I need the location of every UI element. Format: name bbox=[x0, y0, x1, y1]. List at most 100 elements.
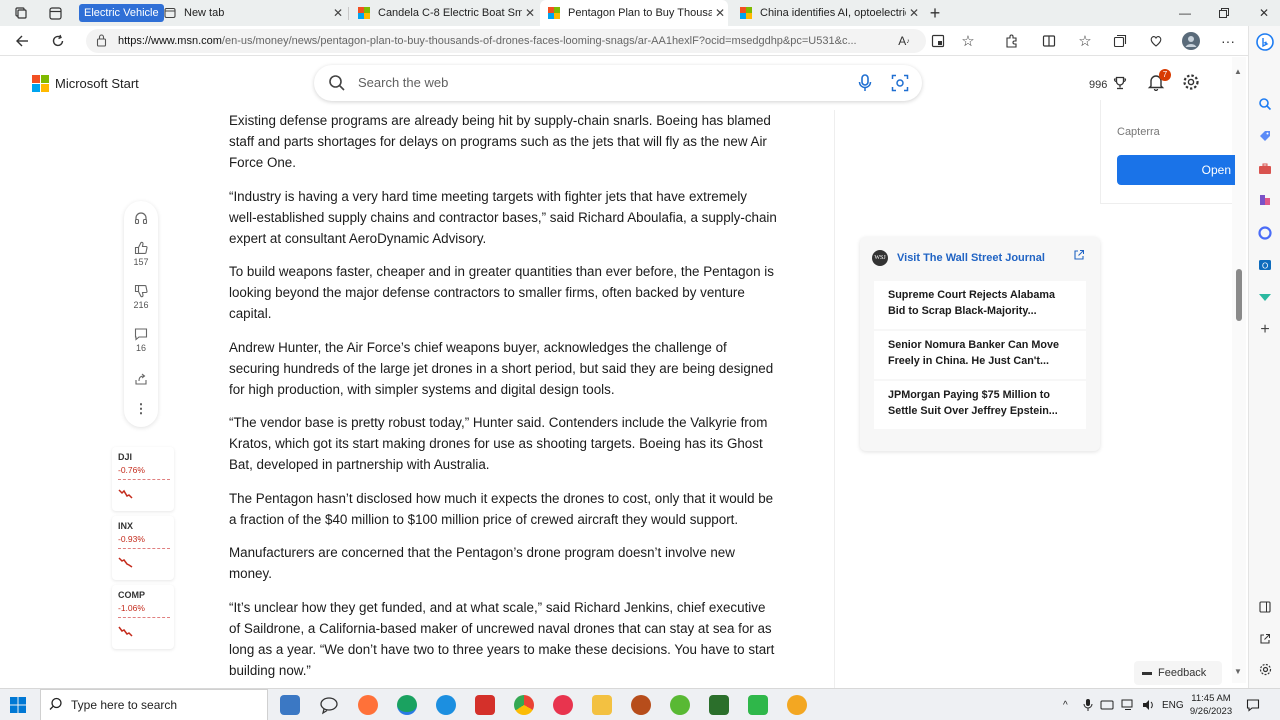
app-available-icon[interactable] bbox=[928, 31, 948, 51]
add-sidebar-app-icon[interactable]: + bbox=[1255, 320, 1275, 340]
favorite-star-icon[interactable]: ☆ bbox=[958, 31, 978, 51]
system-clock[interactable]: 11:45 AM 9/26/2023 bbox=[1186, 692, 1236, 718]
visit-publisher-link[interactable]: Visit The Wall Street Journal bbox=[897, 252, 1045, 264]
page-scrollbar[interactable]: ▲ ▼ bbox=[1232, 57, 1246, 683]
ticker-card-inx[interactable]: INX -0.93% bbox=[112, 516, 174, 580]
line-icon[interactable] bbox=[748, 695, 768, 715]
feedback-button[interactable]: ▬ Feedback bbox=[1134, 661, 1222, 685]
microphone-icon[interactable] bbox=[858, 74, 872, 97]
favorites-icon[interactable]: ☆ bbox=[1075, 31, 1095, 51]
like-button[interactable]: 157 bbox=[124, 241, 158, 267]
article-action-rail: 157 216 16 ⋮ bbox=[124, 201, 158, 427]
language-indicator[interactable]: ENG bbox=[1162, 689, 1184, 720]
screen-recorder-icon[interactable] bbox=[553, 695, 573, 715]
file-explorer-icon[interactable] bbox=[592, 695, 612, 715]
tools-briefcase-icon[interactable] bbox=[1255, 159, 1275, 179]
close-window-icon[interactable]: ✕ bbox=[1255, 4, 1273, 22]
url-field[interactable]: https://www.msn.com/en-us/money/news/pen… bbox=[86, 29, 926, 53]
scroll-down-arrow-icon[interactable]: ▼ bbox=[1234, 667, 1242, 676]
ticker-change: -1.06% bbox=[118, 603, 145, 613]
search-sidebar-icon[interactable] bbox=[1255, 94, 1275, 114]
outlook-icon[interactable]: O bbox=[1255, 255, 1275, 275]
task-view-icon[interactable] bbox=[280, 695, 300, 715]
restore-icon[interactable] bbox=[1215, 4, 1233, 22]
tab-actions-icon[interactable] bbox=[46, 4, 64, 22]
bing-chat-icon[interactable] bbox=[1255, 32, 1275, 52]
notification-center-icon[interactable] bbox=[1246, 689, 1260, 720]
tab-title: Candela C-8 Electric Boat Smash bbox=[378, 7, 522, 19]
more-options-icon[interactable]: ⋮ bbox=[124, 402, 158, 416]
app-icon[interactable] bbox=[631, 695, 651, 715]
lock-icon bbox=[96, 29, 107, 53]
network-icon[interactable] bbox=[1121, 689, 1135, 720]
edge-icon[interactable] bbox=[397, 695, 417, 715]
headline-link[interactable]: Supreme Court Rejects Alabama Bid to Scr… bbox=[874, 281, 1086, 329]
nvidia-icon[interactable] bbox=[709, 695, 729, 715]
tab-pentagon[interactable]: Pentagon Plan to Buy Thousands ✕ bbox=[540, 0, 728, 26]
volume-icon[interactable] bbox=[1142, 689, 1156, 720]
close-tab-icon[interactable]: ✕ bbox=[522, 6, 538, 20]
firefox-icon[interactable] bbox=[358, 695, 378, 715]
collections-icon[interactable] bbox=[1110, 31, 1130, 51]
drop-icon[interactable] bbox=[1255, 287, 1275, 307]
split-screen-icon[interactable] bbox=[1039, 31, 1059, 51]
microsoft-365-icon[interactable] bbox=[1255, 223, 1275, 243]
show-hidden-icons[interactable]: ^ bbox=[1063, 689, 1068, 720]
messenger-app-icon[interactable] bbox=[436, 695, 456, 715]
close-tab-icon[interactable]: ✕ bbox=[712, 6, 728, 20]
minimize-icon[interactable]: — bbox=[1176, 4, 1194, 22]
ticker-change: -0.76% bbox=[118, 465, 145, 475]
app-icon[interactable] bbox=[787, 695, 807, 715]
refresh-icon[interactable] bbox=[48, 31, 68, 51]
tab-new-tab[interactable]: New tab ✕ bbox=[156, 0, 346, 26]
settings-more-icon[interactable]: ··· bbox=[1218, 31, 1238, 51]
acrobat-icon[interactable] bbox=[475, 695, 495, 715]
chrome-icon[interactable] bbox=[514, 695, 534, 715]
chat-icon[interactable] bbox=[319, 695, 339, 715]
listen-button[interactable] bbox=[124, 211, 158, 225]
extensions-icon[interactable] bbox=[1001, 31, 1021, 51]
share-button[interactable] bbox=[124, 372, 158, 386]
hide-sidebar-icon[interactable] bbox=[1255, 597, 1275, 617]
scroll-up-arrow-icon[interactable]: ▲ bbox=[1234, 67, 1242, 76]
notifications-button[interactable]: 7 bbox=[1147, 69, 1171, 93]
headline-link[interactable]: Senior Nomura Banker Can Move Freely in … bbox=[874, 331, 1086, 379]
external-link-icon[interactable] bbox=[1073, 249, 1085, 264]
new-tab-plus-icon[interactable]: + bbox=[926, 3, 944, 23]
tray-app-icon[interactable] bbox=[1100, 689, 1114, 720]
comments-button[interactable]: 16 bbox=[124, 327, 158, 353]
tab-group-label[interactable]: Electric Vehicle bbox=[79, 4, 164, 22]
shopping-tag-icon[interactable] bbox=[1255, 126, 1275, 146]
browser-essentials-icon[interactable] bbox=[1146, 31, 1166, 51]
profile-avatar[interactable] bbox=[1181, 31, 1201, 51]
scrollbar-thumb[interactable] bbox=[1236, 269, 1242, 321]
ad-open-button[interactable]: Open bbox=[1117, 155, 1235, 185]
search-placeholder: Search the web bbox=[358, 75, 449, 90]
microsoft-start-logo[interactable]: Microsoft Start bbox=[32, 75, 139, 92]
taskbar-search[interactable]: Type here to search bbox=[40, 689, 268, 720]
search-icon bbox=[328, 74, 346, 97]
settings-button[interactable] bbox=[1182, 73, 1202, 93]
headline-link[interactable]: JPMorgan Paying $75 Million to Settle Su… bbox=[874, 381, 1086, 429]
close-tab-icon[interactable]: ✕ bbox=[906, 6, 922, 20]
ticker-card-dji[interactable]: DJI -0.76% bbox=[112, 447, 174, 511]
tray-mic-icon[interactable] bbox=[1083, 689, 1093, 720]
gear-icon bbox=[1183, 74, 1199, 90]
dislike-button[interactable]: 216 bbox=[124, 284, 158, 310]
read-aloud-icon[interactable]: A ♪ bbox=[894, 31, 914, 51]
windows-start-icon[interactable] bbox=[10, 697, 26, 718]
games-icon[interactable] bbox=[1255, 190, 1275, 210]
tab-candela[interactable]: Candela C-8 Electric Boat Smash ✕ bbox=[350, 0, 538, 26]
web-search-box[interactable]: Search the web bbox=[314, 65, 922, 101]
rewards-button[interactable]: 996 bbox=[1089, 76, 1127, 93]
ticker-card-comp[interactable]: COMP -1.06% bbox=[112, 585, 174, 649]
open-external-icon[interactable] bbox=[1255, 629, 1275, 649]
article-paragraph: “It’s unclear how they get funded, and a… bbox=[229, 599, 775, 678]
close-tab-icon[interactable]: ✕ bbox=[330, 6, 346, 20]
visual-search-icon[interactable] bbox=[891, 74, 909, 97]
back-icon[interactable] bbox=[12, 31, 32, 51]
tab-china-ai[interactable]: China identifies AI, optoelectric a ✕ bbox=[732, 0, 922, 26]
workspaces-icon[interactable] bbox=[12, 4, 30, 22]
sidebar-settings-icon[interactable] bbox=[1255, 659, 1275, 679]
wechat-icon[interactable] bbox=[670, 695, 690, 715]
